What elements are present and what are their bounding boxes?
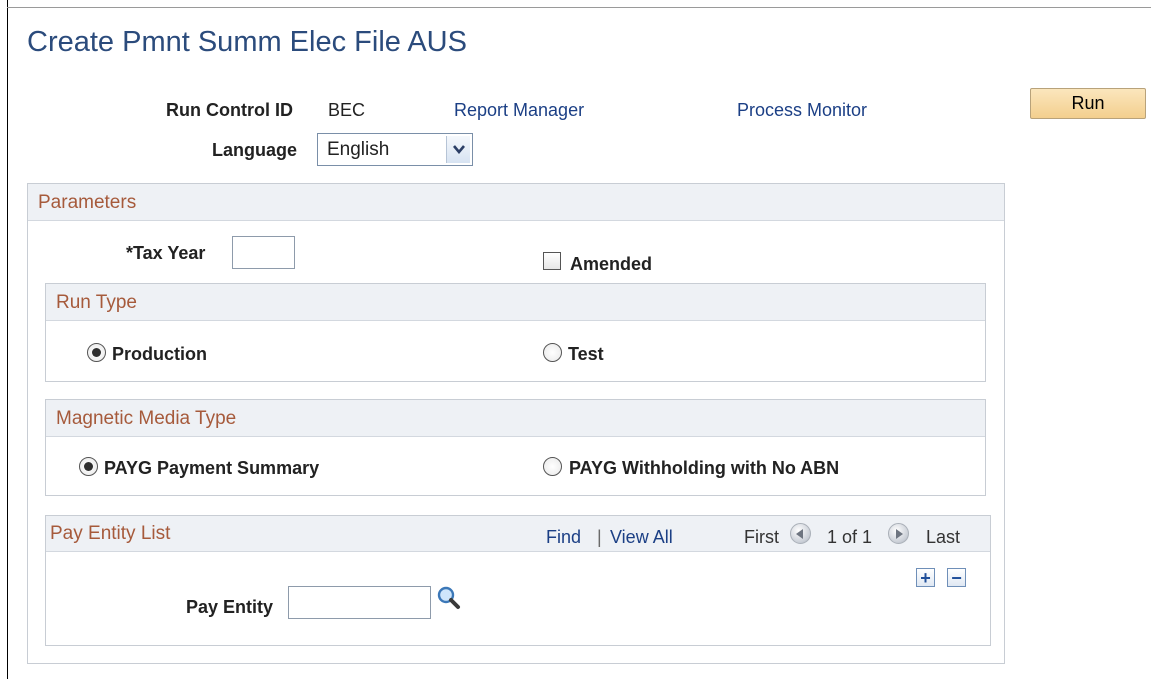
tax-year-label: *Tax Year [126,243,206,263]
delete-row-button[interactable]: − [947,568,966,587]
magnetic-media-type-header-text: Magnetic Media Type [56,408,237,429]
production-label: Production [112,344,207,364]
find-link[interactable]: Find [546,527,581,548]
process-monitor-link[interactable]: Process Monitor [737,100,867,121]
link-separator: | [597,527,602,547]
test-label: Test [568,344,604,364]
triangle-left-icon [796,529,803,539]
test-radio[interactable] [543,343,562,362]
amended-label: Amended [570,254,653,274]
pay-entity-list-header-text: Pay Entity List [50,523,171,544]
first-label: First [744,527,779,547]
payg-payment-summary-label: PAYG Payment Summary [104,458,320,478]
pay-entity-label: Pay Entity [186,597,274,617]
tax-year-input[interactable] [232,236,295,269]
report-manager-link[interactable]: Report Manager [454,100,584,121]
parameters-header: Parameters [28,184,1004,221]
run-type-header-text: Run Type [56,292,137,313]
previous-arrow-icon[interactable] [790,523,811,544]
run-control-id-label: Run Control ID [166,100,293,120]
payg-withholding-label: PAYG Withholding with No ABN [569,458,840,478]
language-select[interactable]: English [317,133,473,166]
window-left-border [7,0,8,679]
run-type-group: Run Type [45,283,986,382]
page-title: Create Pmnt Summ Elec File AUS [27,26,467,58]
pay-entity-input[interactable] [288,586,431,619]
page-indicator: 1 of 1 [827,527,873,547]
add-row-button[interactable]: + [916,568,935,587]
magnetic-media-type-group: Magnetic Media Type [45,399,986,496]
radio-selected-dot [92,348,101,357]
last-label: Last [926,527,961,547]
language-label: Language [212,140,298,160]
magnifier-icon[interactable] [436,585,462,616]
magnetic-media-type-header: Magnetic Media Type [46,400,985,437]
payg-withholding-radio[interactable] [543,457,562,476]
run-button[interactable]: Run [1030,88,1146,119]
payg-payment-summary-radio[interactable] [79,457,98,476]
view-all-link[interactable]: View All [610,527,673,548]
run-type-header: Run Type [46,284,985,321]
window-top-border [7,7,1151,8]
triangle-right-icon [896,529,903,539]
language-select-value: English [327,139,390,160]
production-radio[interactable] [87,343,106,362]
amended-checkbox[interactable] [543,252,561,270]
parameters-header-text: Parameters [38,192,137,213]
radio-selected-dot [84,462,93,471]
next-arrow-icon[interactable] [888,523,909,544]
chevron-down-icon[interactable] [446,136,470,163]
run-control-id-value: BEC [328,100,366,120]
